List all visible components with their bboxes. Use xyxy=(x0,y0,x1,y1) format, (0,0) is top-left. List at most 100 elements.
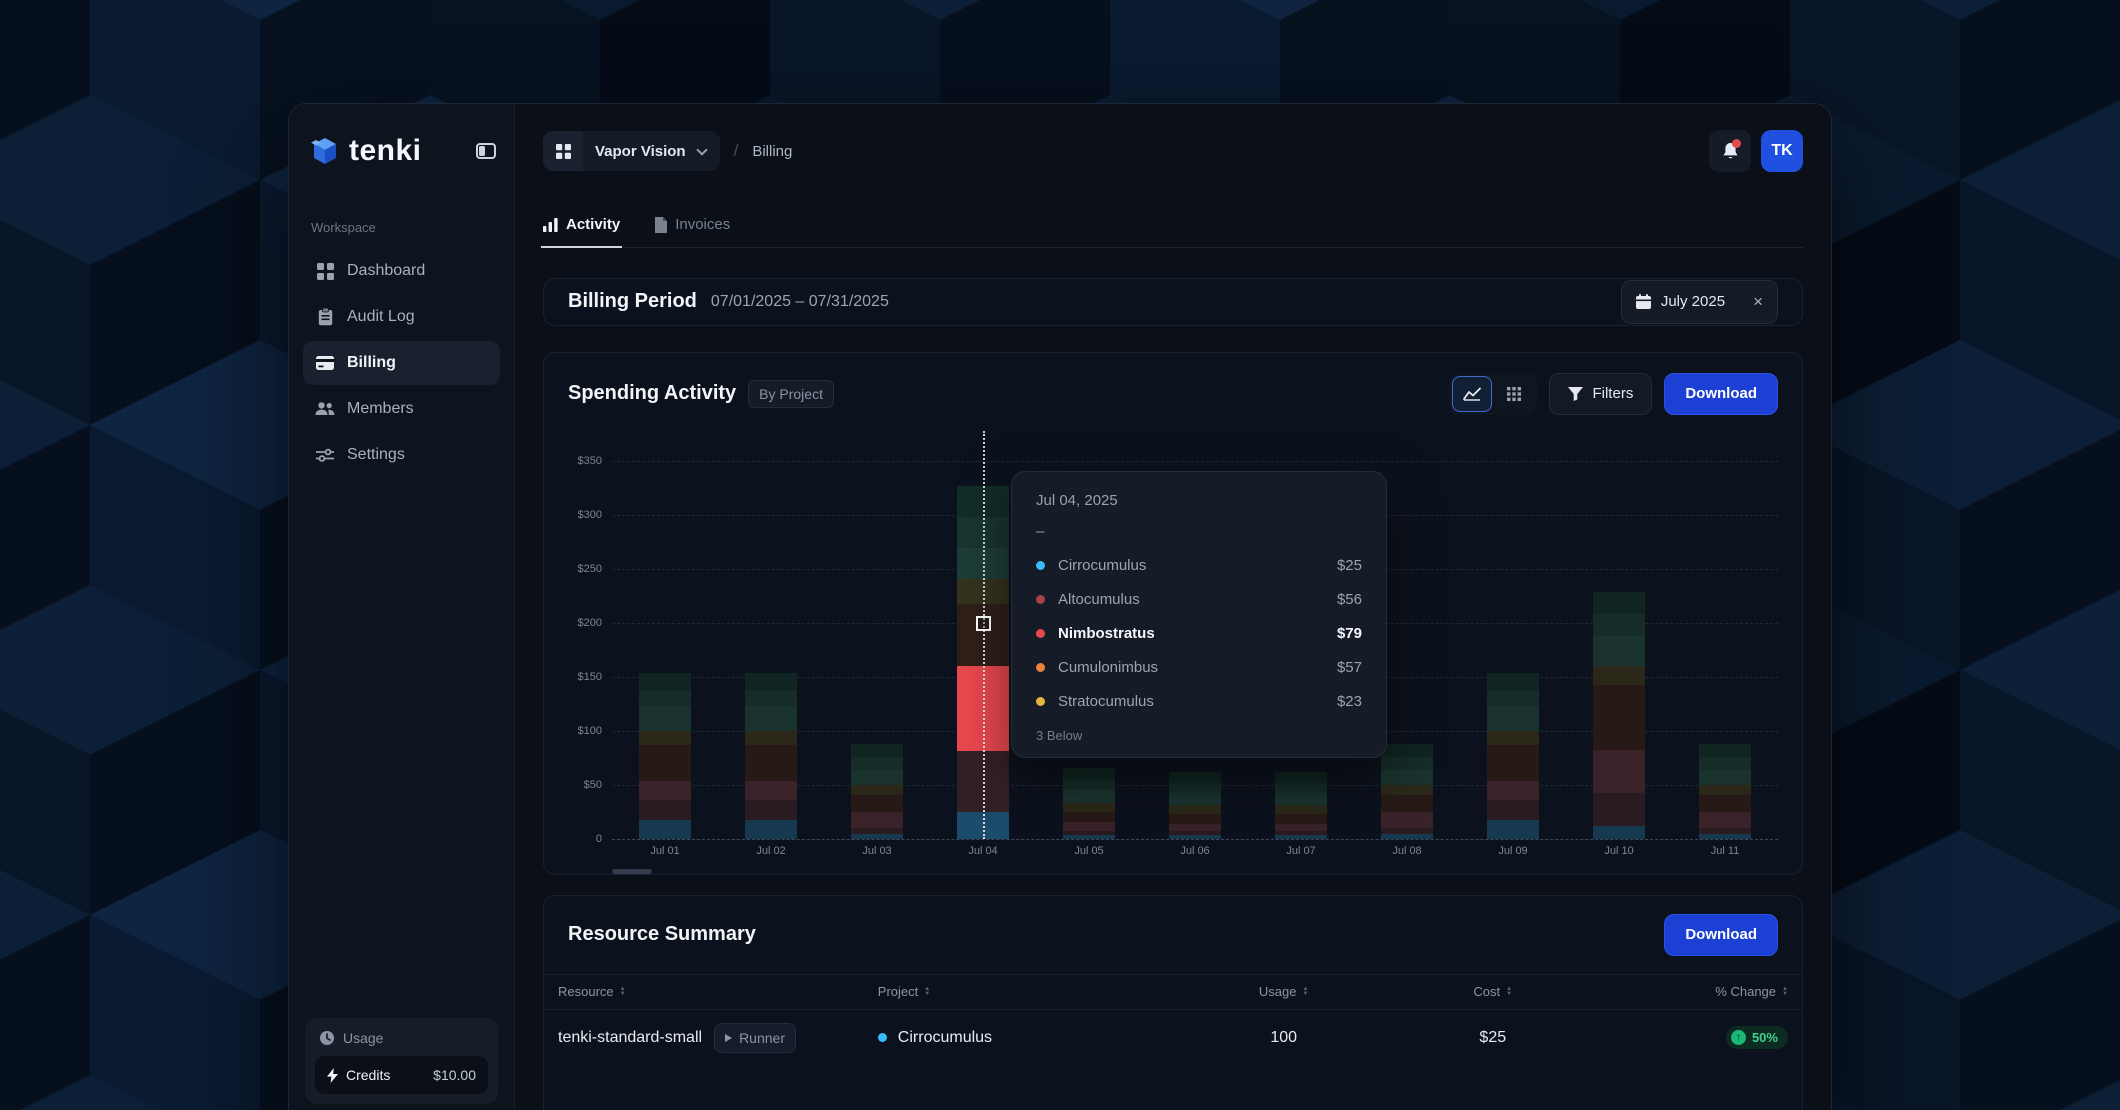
bar-segment xyxy=(1381,785,1433,796)
series-color-dot xyxy=(1036,663,1045,672)
bar-segment xyxy=(745,706,797,731)
bar-segment xyxy=(1487,690,1539,706)
bar-segment xyxy=(1063,822,1115,831)
bar-segment xyxy=(745,781,797,799)
stacked-bar-jul-03[interactable] xyxy=(851,744,903,839)
stacked-bar-jul-11[interactable] xyxy=(1699,744,1751,839)
chart-download-button[interactable]: Download xyxy=(1664,373,1778,415)
bar-segment xyxy=(639,800,691,821)
runner-badge: Runner xyxy=(714,1023,796,1053)
gridline xyxy=(612,461,1778,462)
chart-y-axis: $350$300$250$200$150$100$500 xyxy=(568,431,612,839)
bar-segment xyxy=(1381,757,1433,770)
project-switcher[interactable]: Vapor Vision xyxy=(543,131,720,171)
gridline xyxy=(612,839,1778,840)
stacked-bar-jul-10[interactable] xyxy=(1593,592,1645,838)
line-chart-view-button[interactable] xyxy=(1452,376,1492,412)
stacked-bar-jul-05[interactable] xyxy=(1063,768,1115,838)
bar-segment xyxy=(1593,685,1645,750)
bar-segment xyxy=(1593,592,1645,614)
sidebar-item-dashboard[interactable]: Dashboard xyxy=(303,249,500,293)
app-logo-text: tenki xyxy=(349,134,422,168)
resource-summary-card: Resource Summary Download Resource▲▼ Pro… xyxy=(543,895,1803,1110)
y-axis-tick-label: 0 xyxy=(596,833,602,845)
sidebar-nav: Dashboard Audit Log Billing Members xyxy=(303,249,500,479)
bar-segment xyxy=(745,690,797,706)
sidebar-item-settings[interactable]: Settings xyxy=(303,433,500,477)
bar-segment xyxy=(639,706,691,731)
chart-scrollbar-thumb[interactable] xyxy=(612,869,652,874)
bar-segment xyxy=(1699,834,1751,838)
column-change[interactable]: % Change▲▼ xyxy=(1591,984,1788,999)
sidebar-item-label: Dashboard xyxy=(347,262,425,280)
bar-segment xyxy=(1275,805,1327,814)
main-content: Vapor Vision / Billing TK Activity xyxy=(515,104,1831,1110)
stacked-bar-jul-09[interactable] xyxy=(1487,673,1539,838)
x-axis-tick-label: Jul 07 xyxy=(1286,845,1315,857)
bar-segment xyxy=(1699,785,1751,796)
bar-segment xyxy=(1063,835,1115,838)
table-row[interactable]: tenki-standard-small Runner Cirrocumulus… xyxy=(544,1010,1802,1066)
hover-crosshair-line xyxy=(983,431,985,839)
stacked-bar-jul-01[interactable] xyxy=(639,673,691,838)
stacked-bar-jul-06[interactable] xyxy=(1169,772,1221,839)
close-icon[interactable]: × xyxy=(1753,292,1763,312)
bar-segment xyxy=(1487,745,1539,782)
x-axis-tick-label: Jul 11 xyxy=(1711,845,1740,857)
sidebar-item-billing[interactable]: Billing xyxy=(303,341,500,385)
series-color-dot xyxy=(1036,629,1045,638)
bar-segment xyxy=(851,834,903,838)
column-resource[interactable]: Resource▲▼ xyxy=(558,984,878,999)
hover-marker xyxy=(976,616,991,631)
bar-segment xyxy=(639,781,691,799)
bar-segment xyxy=(639,673,691,689)
bar-segment xyxy=(1275,772,1327,783)
credits-value: $10.00 xyxy=(433,1067,476,1083)
month-filter-chip[interactable]: July 2025 × xyxy=(1621,280,1778,324)
user-avatar[interactable]: TK xyxy=(1761,130,1803,172)
summary-download-button[interactable]: Download xyxy=(1664,914,1778,956)
bar-segment xyxy=(745,800,797,821)
line-chart-icon xyxy=(1463,387,1481,401)
tab-bar: Activity Invoices xyxy=(543,216,1803,248)
bar-segment xyxy=(1381,834,1433,838)
column-project[interactable]: Project▲▼ xyxy=(878,984,1173,999)
x-axis-tick-label: Jul 09 xyxy=(1498,845,1527,857)
bar-segment xyxy=(1593,826,1645,839)
bar-segment xyxy=(1063,768,1115,779)
chart-view-toggle xyxy=(1449,373,1537,415)
series-color-dot xyxy=(1036,697,1045,706)
grid-icon xyxy=(1507,387,1521,401)
bar-segment xyxy=(1487,820,1539,838)
sidebar-item-audit-log[interactable]: Audit Log xyxy=(303,295,500,339)
sort-icon: ▲▼ xyxy=(620,987,626,997)
sidebar-item-label: Members xyxy=(347,400,414,418)
stacked-bar-jul-08[interactable] xyxy=(1381,744,1433,839)
column-usage[interactable]: Usage▲▼ xyxy=(1173,984,1394,999)
bar-segment xyxy=(1381,744,1433,757)
sidebar-section-label: Workspace xyxy=(311,220,492,235)
bar-segment xyxy=(745,731,797,745)
x-axis-tick-label: Jul 02 xyxy=(756,845,785,857)
bar-segment xyxy=(1487,781,1539,799)
bar-segment xyxy=(639,690,691,706)
bar-segment xyxy=(1699,757,1751,770)
notifications-button[interactable] xyxy=(1709,130,1751,172)
bar-segment xyxy=(1063,812,1115,823)
bar-segment xyxy=(1169,793,1221,805)
credit-card-icon xyxy=(315,353,335,373)
stacked-bar-jul-07[interactable] xyxy=(1275,772,1327,839)
filters-button[interactable]: Filters xyxy=(1549,373,1652,415)
column-cost[interactable]: Cost▲▼ xyxy=(1394,984,1591,999)
tab-activity[interactable]: Activity xyxy=(543,216,620,247)
grid-view-button[interactable] xyxy=(1494,376,1534,412)
bar-segment xyxy=(1275,814,1327,824)
spending-chart: $350$300$250$200$150$100$500 Jul 04, 202… xyxy=(568,431,1778,839)
sidebar-collapse-icon[interactable] xyxy=(476,143,496,159)
lightning-icon xyxy=(327,1068,338,1083)
stacked-bar-jul-02[interactable] xyxy=(745,673,797,838)
arrow-up-icon: ↑ xyxy=(1731,1030,1746,1045)
sidebar-item-members[interactable]: Members xyxy=(303,387,500,431)
credits-row[interactable]: Credits $10.00 xyxy=(315,1056,488,1094)
tab-invoices[interactable]: Invoices xyxy=(654,216,730,247)
